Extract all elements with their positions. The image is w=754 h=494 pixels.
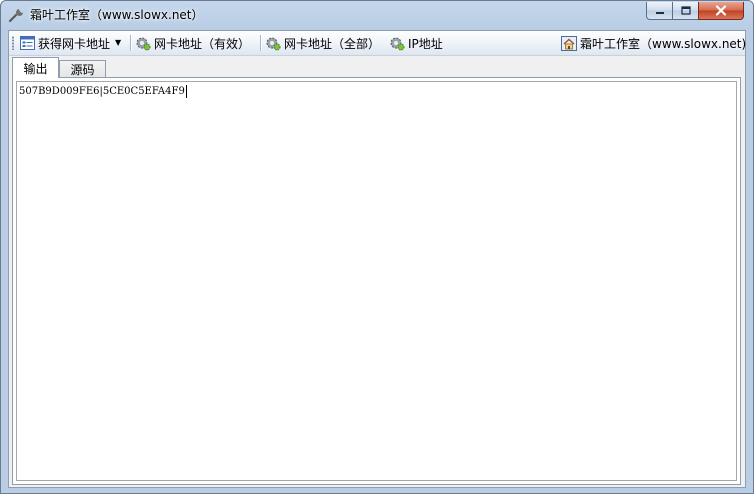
- output-textarea[interactable]: 507B9D009FE6|5CE0C5EFA4F9: [16, 81, 737, 481]
- ip-address-label: IP地址: [408, 36, 443, 51]
- output-tab-panel: 507B9D009FE6|5CE0C5EFA4F9: [12, 77, 741, 485]
- tab-source[interactable]: 源码: [59, 60, 106, 78]
- studio-home-label: 霜叶工作室（www.slowx.net): [580, 36, 747, 51]
- home-icon: [561, 35, 577, 51]
- maximize-icon: [680, 5, 691, 15]
- window-title: 霜叶工作室（www.slowx.net）: [30, 8, 204, 22]
- tab-output[interactable]: 输出: [12, 57, 59, 78]
- get-mac-dropdown-button[interactable]: 获得网卡地址 ▼: [20, 33, 121, 53]
- output-text: 507B9D009FE6|5CE0C5EFA4F9: [19, 85, 187, 98]
- mac-all-label: 网卡地址（全部）: [284, 36, 381, 51]
- client-area: 获得网卡地址 ▼ 网卡地址（有效） 网卡地址（全部） IP地址 霜叶工作室（ww…: [8, 30, 746, 488]
- gear-icon: [136, 37, 151, 51]
- tab-source-label: 源码: [70, 63, 95, 77]
- gear-icon: [390, 37, 405, 51]
- app-window: 霜叶工作室（www.slowx.net） 获得网卡地址 ▼ 网卡地址（有效） 网…: [0, 0, 754, 494]
- mac-valid-label: 网卡地址（有效）: [154, 36, 251, 51]
- ip-address-button[interactable]: IP地址: [389, 33, 443, 53]
- close-button[interactable]: [698, 2, 744, 20]
- toolbar: 获得网卡地址 ▼ 网卡地址（有效） 网卡地址（全部） IP地址 霜叶工作室（ww…: [9, 31, 746, 56]
- window-list-icon: [20, 36, 35, 50]
- title-bar[interactable]: 霜叶工作室（www.slowx.net）: [1, 1, 753, 29]
- text-caret: [185, 85, 187, 98]
- wrench-icon: [8, 9, 23, 23]
- toolbar-separator: [130, 35, 131, 51]
- minimize-icon: [655, 11, 664, 14]
- maximize-button[interactable]: [672, 2, 699, 20]
- studio-home-link[interactable]: 霜叶工作室（www.slowx.net): [561, 33, 746, 53]
- get-mac-label: 获得网卡地址: [38, 36, 111, 51]
- toolbar-separator: [260, 35, 261, 51]
- gear-icon: [266, 37, 281, 51]
- output-value: 507B9D009FE6|5CE0C5EFA4F9: [19, 86, 185, 97]
- minimize-button[interactable]: [646, 2, 673, 20]
- mac-all-button[interactable]: 网卡地址（全部）: [265, 33, 380, 53]
- tab-strip: 输出 源码: [9, 56, 745, 78]
- tab-output-label: 输出: [23, 61, 48, 76]
- toolbar-grip[interactable]: [12, 36, 14, 50]
- mac-valid-button[interactable]: 网卡地址（有效）: [135, 33, 250, 53]
- close-icon: [715, 5, 727, 16]
- chevron-down-icon: ▼: [115, 38, 122, 47]
